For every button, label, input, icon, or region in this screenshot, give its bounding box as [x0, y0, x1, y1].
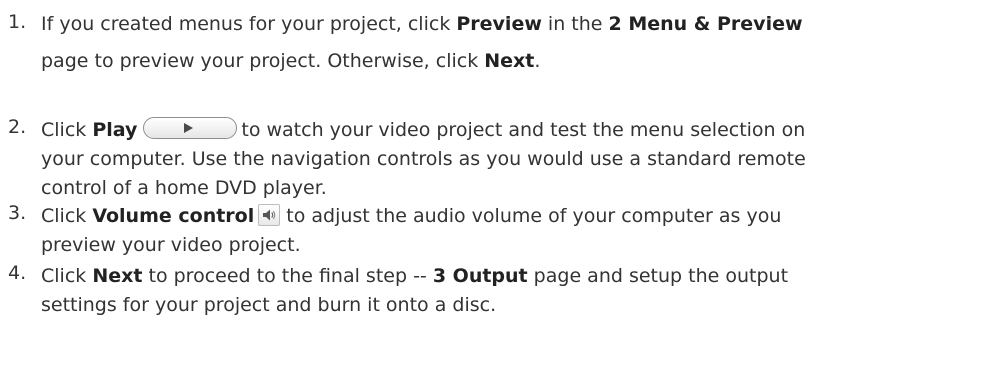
- step-number: 2.: [8, 116, 27, 138]
- step-text: Click Play to watch your video project an…: [41, 117, 806, 199]
- step-number: 1.: [8, 11, 27, 33]
- next-label: Next: [92, 265, 143, 287]
- step-text: Click Volume control to adjust the audio …: [41, 204, 782, 256]
- play-triangle-icon: [184, 123, 194, 133]
- volume-control-label: Volume control: [92, 205, 255, 227]
- preview-label: Preview: [456, 13, 542, 35]
- menu-preview-page-label: 2 Menu & Preview: [608, 13, 803, 35]
- volume-speaker-icon: [258, 204, 281, 226]
- play-button-icon: [143, 117, 238, 139]
- next-label: Next: [484, 50, 535, 72]
- play-label: Play: [92, 119, 138, 141]
- step-number: 4.: [8, 262, 27, 284]
- step-text: Click Next to proceed to the final step …: [41, 265, 789, 316]
- step-text: If you created menus for your project, c…: [41, 13, 803, 72]
- step-number: 3.: [8, 202, 27, 224]
- output-page-label: 3 Output: [432, 265, 528, 287]
